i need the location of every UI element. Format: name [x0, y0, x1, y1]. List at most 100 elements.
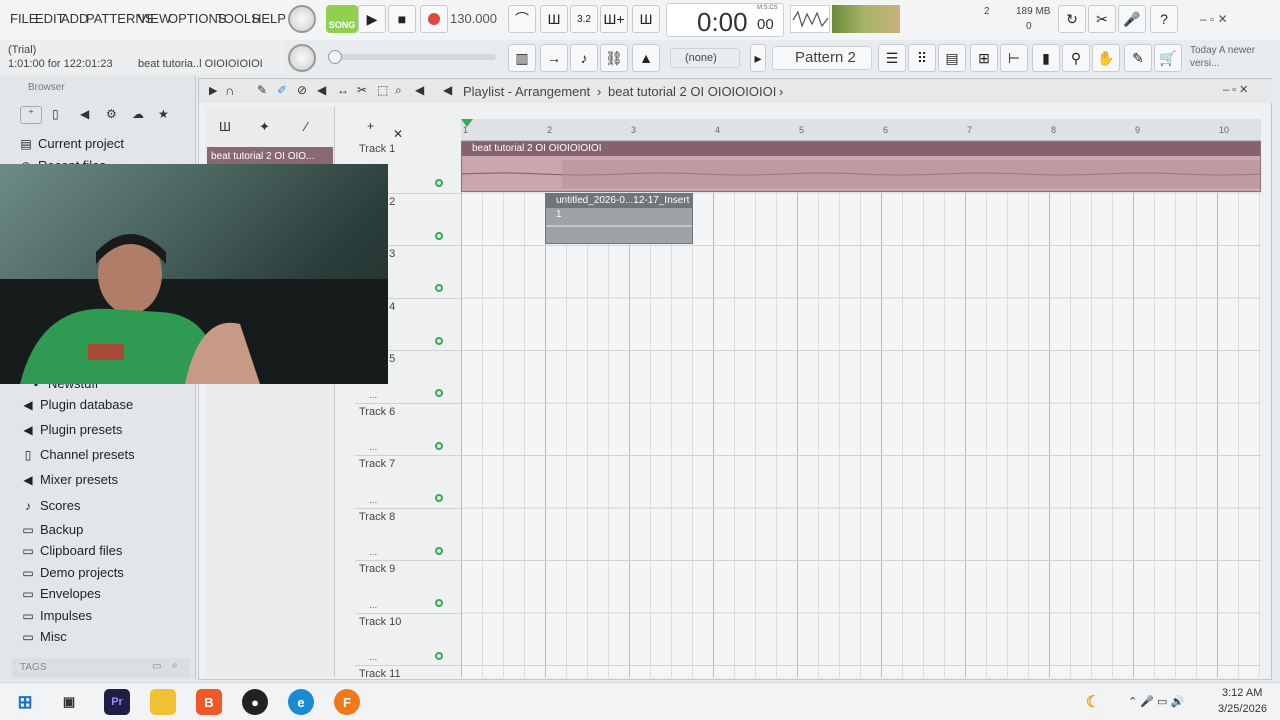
pencil-icon[interactable]: ✎ [257, 83, 267, 97]
stamp-icon[interactable]: ▲ [632, 44, 660, 72]
task-view-icon[interactable]: ▣ [56, 689, 82, 715]
brush-icon[interactable]: ✎ [1124, 44, 1152, 72]
tags-bar[interactable]: TAGS ▭ ⌕ [12, 658, 190, 678]
select-icon[interactable]: ⬚ [377, 83, 388, 97]
clock-date[interactable]: 3/25/2026 [1218, 703, 1267, 715]
track-mute-led-icon[interactable] [435, 284, 443, 292]
browser-add-icon[interactable]: ⁺ [20, 106, 42, 124]
arrow-icon[interactable]: → [540, 44, 568, 72]
track-mute-led-icon[interactable] [435, 546, 443, 555]
arrangement-grid[interactable]: beat tutorial 2 OI OIOIOIOIOI untitled_2… [461, 141, 1261, 677]
browser-item-envelopes[interactable]: ▭ Envelopes [22, 586, 100, 601]
browser-item-misc[interactable]: ▭ Misc [22, 629, 66, 644]
folder-icon[interactable]: ▭ [152, 661, 161, 672]
metronome-icon[interactable]: ⌒ [508, 5, 536, 33]
file-explorer-icon[interactable] [150, 689, 176, 715]
track-header[interactable]: Track 9... [355, 561, 461, 614]
news-panel[interactable]: Today A newer versi... [1190, 44, 1274, 72]
wait-input-icon[interactable]: Ш [540, 5, 568, 33]
pattern-selector[interactable]: Pattern 2 [772, 46, 872, 70]
clock-time[interactable]: 3:12 AM [1222, 687, 1262, 699]
window-controls[interactable]: – ▫ ✕ [1200, 12, 1228, 26]
slide-icon[interactable]: ♪ [570, 44, 598, 72]
loop-record-icon[interactable]: Ш [632, 5, 660, 33]
track-mute-led-icon[interactable] [435, 389, 443, 397]
file-icon[interactable]: ▯ [52, 107, 59, 121]
microphone-icon[interactable]: 🎤 [1118, 5, 1146, 33]
arrangement-name[interactable]: beat tutorial 2 OI OIOIOIOIOI [608, 84, 776, 99]
browser-item-current-project[interactable]: ▤ Current project [20, 136, 124, 151]
magnet-icon[interactable]: ∩ [225, 83, 234, 98]
track-header[interactable]: Track 7... [355, 456, 461, 509]
brave-browser-icon[interactable]: B [196, 689, 222, 715]
snap-selector[interactable]: (none) [670, 48, 740, 68]
mixer-icon[interactable]: ⊞ [970, 44, 998, 72]
slider-handle[interactable] [328, 50, 342, 64]
premiere-icon[interactable]: Pr [104, 689, 130, 715]
menu-view[interactable]: VIEW [138, 11, 171, 26]
record-button[interactable] [420, 5, 448, 33]
time-display[interactable]: 0:00 00 M:S:CS [666, 3, 784, 37]
star-icon[interactable]: ★ [158, 107, 169, 121]
speaker-icon[interactable]: ◀ [80, 107, 89, 121]
search-icon[interactable]: ⌕ [172, 660, 178, 671]
arrangement-arrow-icon[interactable]: ◀ [443, 83, 452, 97]
add-track-icon[interactable]: + [367, 119, 374, 133]
track-header[interactable]: Track 8... [355, 509, 461, 561]
track-options-icon[interactable]: ... [369, 547, 377, 558]
mute-icon[interactable]: ◀ [317, 83, 326, 97]
track-mute-led-icon[interactable] [435, 599, 443, 607]
song-position-slider[interactable] [328, 50, 496, 64]
playlist-icon[interactable]: ☰ [878, 44, 906, 72]
audio-clip-icon[interactable]: Ш [219, 119, 231, 134]
song-mode-toggle[interactable]: SONG [326, 5, 358, 33]
play-button[interactable]: ▶ [358, 5, 386, 33]
channel-rack-icon[interactable]: ▤ [938, 44, 966, 72]
patterns-icon[interactable]: ⊢ [1000, 44, 1028, 72]
zoom-icon[interactable]: ⌕ [395, 83, 402, 98]
pattern-clip-icon[interactable]: ⁄ [305, 119, 307, 134]
link-icon[interactable]: ⛓ [600, 44, 628, 72]
track-mute-led-icon[interactable] [435, 231, 443, 240]
touch-controller-icon[interactable]: ✋ [1092, 44, 1120, 72]
browser-item-clipboard-files[interactable]: ▭ Clipboard files [22, 543, 122, 558]
plugin-browser-icon[interactable]: ⚙ [106, 107, 117, 121]
paint-icon[interactable]: ✐ [277, 83, 287, 97]
piano-icon[interactable]: ▥ [508, 44, 536, 72]
audio-clip[interactable]: untitled_2026-0...12-17_Insert 1 [545, 193, 693, 244]
track-options-icon[interactable]: ... [369, 442, 377, 453]
delete-icon[interactable]: ⊘ [297, 83, 307, 97]
browser-item-plugin-database[interactable]: ◀ Plugin database [22, 397, 133, 412]
track-mute-led-icon[interactable] [435, 179, 443, 187]
cut-tool-icon[interactable]: ✂ [1088, 5, 1116, 33]
browser-item-impulses[interactable]: ▭ Impulses [22, 608, 92, 623]
system-tray-icons[interactable]: ⌃ 🎤 ▭ 🔊 [1128, 695, 1184, 708]
playback-icon[interactable]: ◀ [415, 83, 424, 97]
countdown-icon[interactable]: 3.2 [570, 5, 598, 33]
cloud-icon[interactable]: ☁ [132, 107, 144, 121]
browser-item-plugin-presets[interactable]: ◀ Plugin presets [22, 422, 122, 437]
clear-track-icon[interactable]: ✕ [393, 127, 403, 141]
track-mute-led-icon[interactable] [435, 651, 443, 660]
window-controls[interactable]: – ▫ ✕ [1223, 83, 1248, 96]
stop-button[interactable]: ■ [388, 5, 416, 33]
weather-icon[interactable]: ☾ [1080, 689, 1106, 715]
track-options-icon[interactable]: ... [369, 390, 377, 401]
track-mute-led-icon[interactable] [435, 336, 443, 345]
track-header[interactable]: Track 6... [355, 404, 461, 456]
pattern-prev-button[interactable]: ▸ [750, 44, 766, 72]
fl-studio-icon[interactable]: F [334, 689, 360, 715]
automation-clip-icon[interactable]: ✦ [259, 119, 270, 135]
project-icon[interactable]: ▮ [1032, 44, 1060, 72]
tempo-display[interactable]: 130.000 [450, 8, 497, 30]
plugin-icon[interactable]: ⚲ [1062, 44, 1090, 72]
track-options-icon[interactable]: ... [369, 652, 377, 663]
browser-item-backup[interactable]: ▭ Backup [22, 522, 83, 537]
menu-help[interactable]: HELP [252, 11, 286, 26]
slice-icon[interactable]: ✂ [357, 83, 367, 97]
track-options-icon[interactable]: ... [369, 600, 377, 611]
shop-icon[interactable]: 🛒 [1154, 44, 1182, 72]
browser-item-mixer-presets[interactable]: ◀ Mixer presets [22, 472, 118, 487]
audio-clip[interactable]: beat tutorial 2 OI OIOIOIOIOI [461, 141, 1261, 192]
track-mute-led-icon[interactable] [435, 441, 443, 450]
